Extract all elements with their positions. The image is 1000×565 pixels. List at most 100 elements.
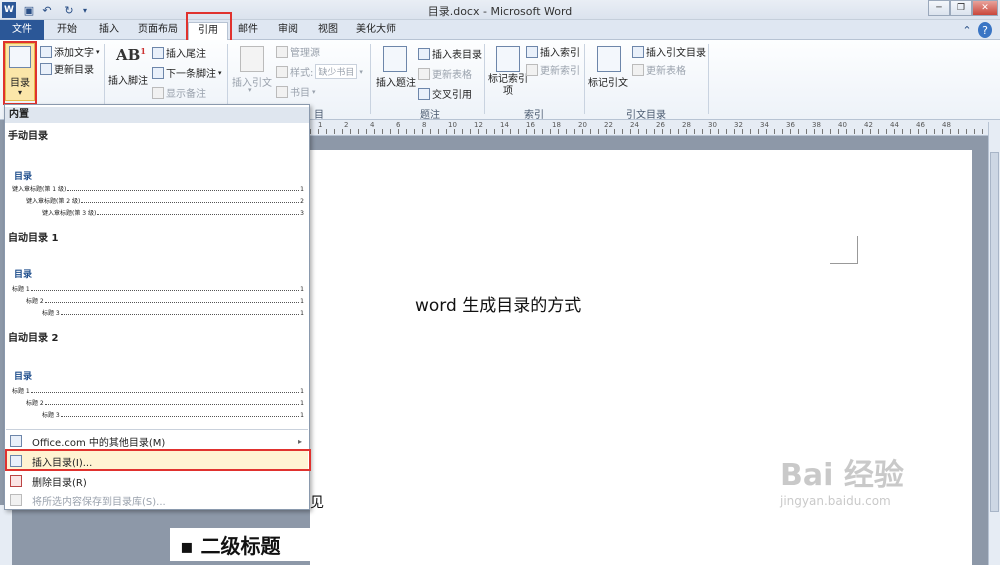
- manual-preview-line: 键入章标题(第 1 级) 1: [12, 186, 304, 193]
- insert-footnote-label: 插入脚注: [108, 76, 148, 87]
- tab-mailings[interactable]: 邮件: [234, 22, 262, 40]
- heading-2-text[interactable]: ▪ 二级标题: [170, 528, 310, 561]
- update-toa-icon: [632, 63, 644, 76]
- ruler-tick-label: 18: [552, 121, 561, 129]
- insert-index-button[interactable]: 插入索引: [526, 44, 580, 59]
- update-index-icon: [526, 63, 538, 76]
- auto2-preview-line: 标题 31: [42, 412, 304, 419]
- update-toc-button[interactable]: 更新目录: [40, 61, 94, 76]
- show-notes-button[interactable]: 显示备注: [152, 85, 206, 100]
- insert-caption-button[interactable]: 插入题注: [374, 44, 416, 100]
- insert-endnote-button[interactable]: 插入尾注: [152, 45, 206, 60]
- ruler-tick-label: 40: [838, 121, 847, 129]
- help-icon[interactable]: ?: [978, 22, 992, 38]
- ruler-ticks: [310, 129, 1000, 134]
- insert-toc-icon: [10, 455, 22, 467]
- mark-citation-icon: [597, 46, 621, 72]
- citation-style-select[interactable]: 样式: 缺少书目 ▾: [276, 64, 363, 79]
- baidu-watermark: Bai 经验 jingyan.baidu.com: [780, 450, 930, 530]
- page-margin-corner: [830, 236, 858, 264]
- insert-citation-label: 插入引文: [232, 78, 272, 89]
- tab-insert[interactable]: 插入: [94, 22, 124, 40]
- update-index-button[interactable]: 更新索引: [526, 62, 580, 77]
- auto-toc-2-option[interactable]: 自动目录 2 目录 标题 11 标题 21 标题 31: [6, 327, 308, 427]
- save-selection-icon: [10, 494, 22, 506]
- add-text-label: 添加文字: [54, 48, 94, 59]
- ruler-tick-label: 22: [604, 121, 613, 129]
- save-selection-item[interactable]: 将所选内容保存到目录库(S)...: [6, 490, 308, 510]
- office-more-tocs-item[interactable]: Office.com 中的其他目录(M) ▸: [6, 431, 308, 451]
- ruler-tick-label: 16: [526, 121, 535, 129]
- remove-toc-icon: [10, 475, 22, 487]
- separator: [584, 44, 585, 114]
- tab-page-layout[interactable]: 页面布局: [134, 22, 182, 40]
- auto1-preview-line: 标题 11: [12, 286, 304, 293]
- builtin-header: 内置: [5, 107, 309, 123]
- insert-footnote-button[interactable]: AB1 插入脚注: [108, 44, 150, 88]
- mark-citation-button[interactable]: 标记引文: [588, 44, 630, 100]
- separator: [370, 44, 371, 114]
- ruler-tick-label: 8: [422, 121, 427, 129]
- close-icon[interactable]: ✕: [972, 0, 998, 16]
- ruler-tick-label: 4: [370, 121, 375, 129]
- auto2-preview-line: 标题 11: [12, 388, 304, 395]
- next-footnote-label: 下一条脚注: [166, 69, 216, 80]
- insert-citation-button[interactable]: 插入引文 ▾: [232, 44, 272, 100]
- auto1-preview-line: 标题 21: [26, 298, 304, 305]
- tab-view[interactable]: 视图: [314, 22, 342, 40]
- scrollbar-thumb[interactable]: [990, 152, 999, 512]
- minimize-icon[interactable]: ─: [928, 0, 950, 16]
- auto-toc-1-option[interactable]: 自动目录 1 目录 标题 11 标题 21 标题 31: [6, 227, 308, 325]
- tab-meihua[interactable]: 美化大师: [352, 22, 400, 40]
- title-bar: W ▣ ↶ ↻ ▾ 目录.docx - Microsoft Word ─ ❐ ✕: [0, 0, 1000, 20]
- remove-toc-label: 删除目录(R): [32, 477, 87, 489]
- update-toa-label: 更新表格: [646, 66, 686, 77]
- index-group-label: 索引: [524, 110, 544, 121]
- horizontal-ruler[interactable]: 1 2 4 6 8 10 12 14 16 18 20 22 24 26 28 30 32 34 36 38 40 42 4…: [310, 120, 1000, 136]
- manual-toc-option[interactable]: 手动目录 目录 键入章标题(第 1 级) 1 键入章标题(第 2 级) 2 键入章标…: [6, 125, 308, 225]
- add-text-button[interactable]: 添加文字 ▾: [40, 44, 100, 59]
- ruler-tick-label: 20: [578, 121, 587, 129]
- document-page[interactable]: word 生成目录的方式 见 Bai 经验 jingyan.baidu.com: [310, 150, 972, 565]
- vertical-scrollbar[interactable]: [988, 122, 1000, 565]
- update-toa-button[interactable]: 更新表格: [632, 62, 686, 77]
- next-footnote-icon: [152, 66, 164, 79]
- remove-toc-item[interactable]: 删除目录(R): [6, 471, 308, 491]
- cross-reference-button[interactable]: 交叉引用: [418, 86, 472, 101]
- style-icon: [276, 65, 288, 78]
- update-table-button[interactable]: 更新表格: [418, 66, 472, 81]
- next-footnote-button[interactable]: 下一条脚注 ▾: [152, 65, 222, 80]
- ruler-tick-label: 42: [864, 121, 873, 129]
- document-text-fragment[interactable]: 见: [310, 492, 324, 512]
- insert-toa-icon: [632, 45, 644, 58]
- cross-reference-label: 交叉引用: [432, 90, 472, 101]
- toc-button[interactable]: 目录 ▾: [5, 43, 35, 101]
- ruler-tick-label: 44: [890, 121, 899, 129]
- document-title[interactable]: word 生成目录的方式: [415, 291, 581, 316]
- tab-file[interactable]: 文件: [0, 20, 44, 40]
- ruler-tick-label: 12: [474, 121, 483, 129]
- ruler-tick-label: 6: [396, 121, 401, 129]
- insert-table-of-figures-button[interactable]: 插入表目录: [418, 46, 482, 61]
- mark-entry-button[interactable]: 标记索引项: [488, 44, 528, 102]
- update-toc-icon: [40, 62, 52, 75]
- tab-references[interactable]: 引用: [188, 22, 228, 40]
- authorities-group-label: 引文目录: [626, 110, 666, 121]
- toc-button-label: 目录: [10, 78, 30, 89]
- tab-review[interactable]: 审阅: [274, 22, 302, 40]
- ruler-tick-label: 28: [682, 121, 691, 129]
- toc-icon: [9, 46, 31, 68]
- manage-sources-button[interactable]: 管理源: [276, 44, 320, 59]
- bibliography-button[interactable]: 书目 ▾: [276, 84, 316, 99]
- insert-toc-item[interactable]: 插入目录(I)...: [6, 451, 308, 471]
- insert-toa-button[interactable]: 插入引文目录: [632, 44, 706, 59]
- vertical-ruler[interactable]: [0, 505, 12, 565]
- tab-home[interactable]: 开始: [52, 22, 82, 40]
- update-table-icon: [418, 67, 430, 80]
- endnote-icon: [152, 46, 164, 59]
- table-of-figures-icon: [418, 47, 430, 60]
- ribbon-minimize-icon[interactable]: ⌃: [960, 22, 974, 38]
- maximize-icon[interactable]: ❐: [950, 0, 972, 16]
- insert-caption-label: 插入题注: [376, 78, 416, 89]
- ruler-tick-label: 1: [318, 121, 323, 129]
